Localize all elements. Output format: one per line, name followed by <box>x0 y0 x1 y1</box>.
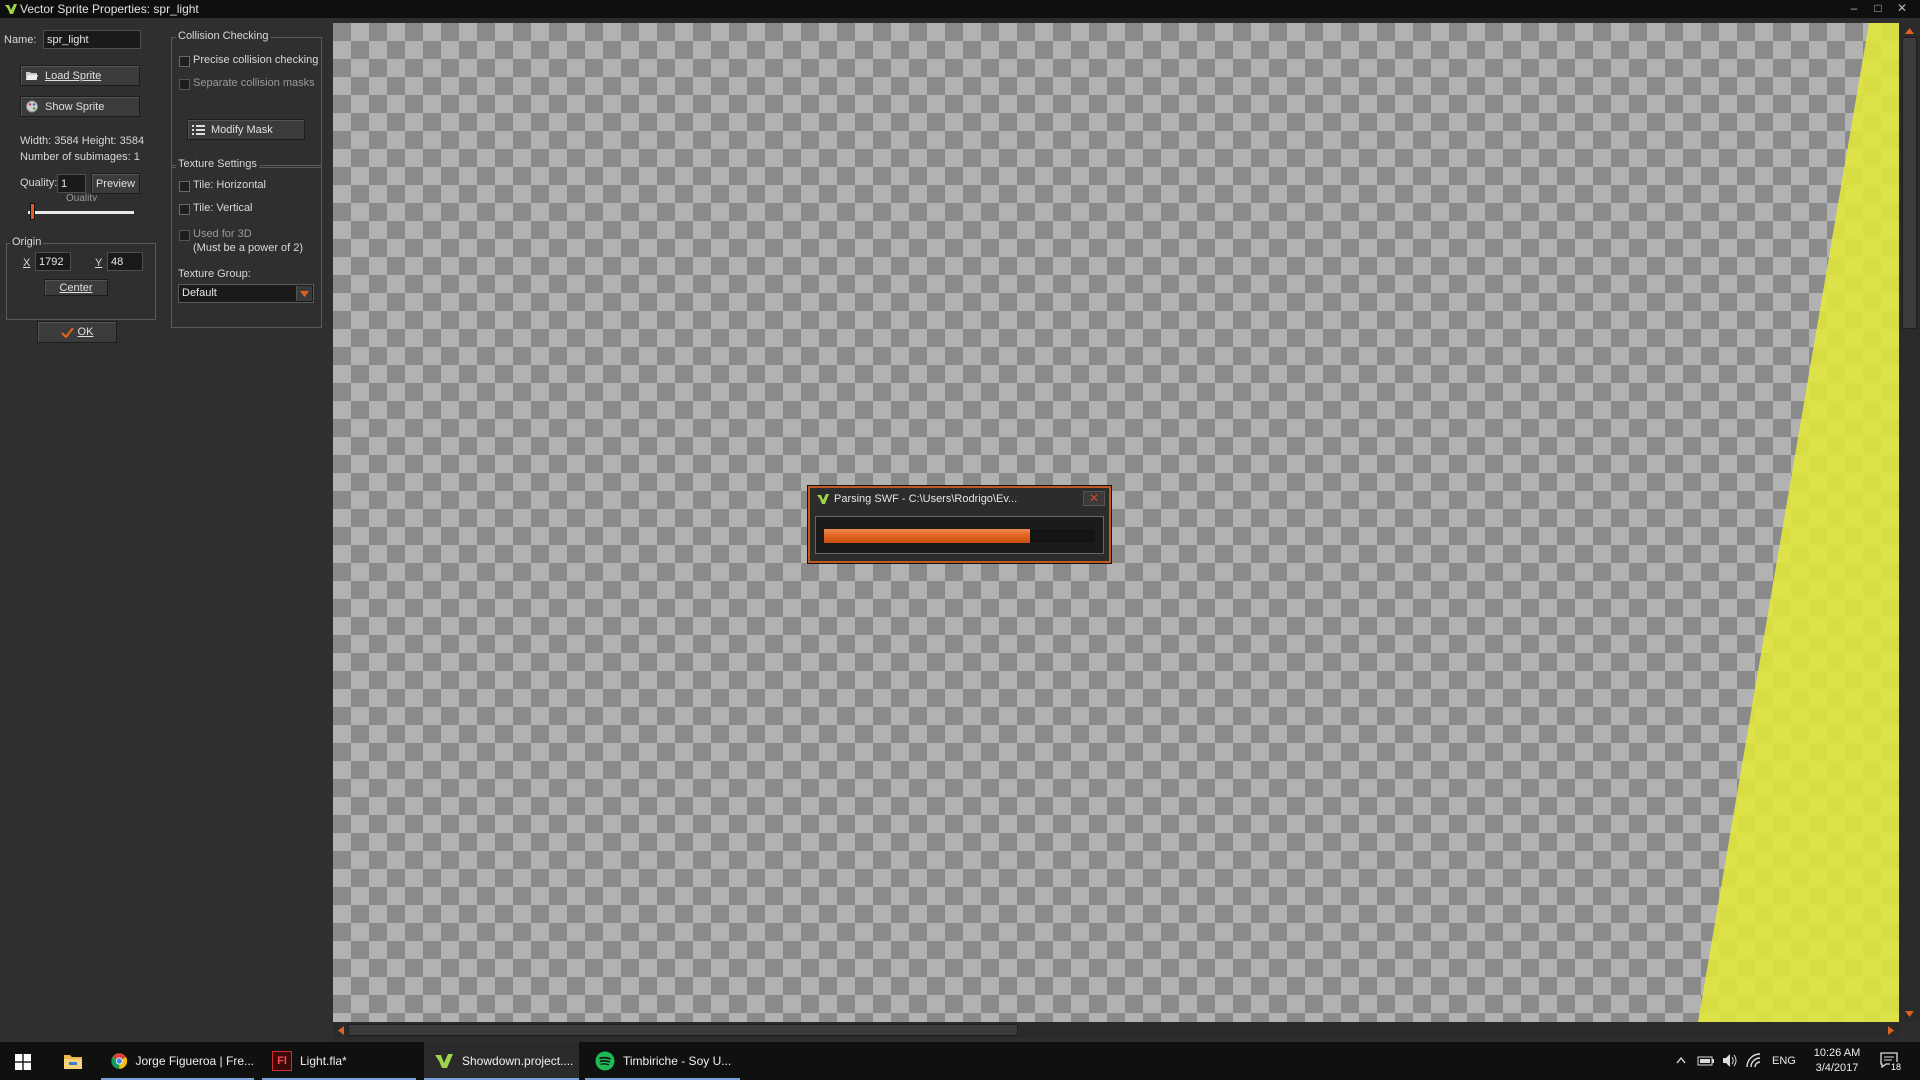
gamemaker-icon <box>817 494 829 504</box>
dialog-close-button[interactable]: ✕ <box>1083 491 1105 506</box>
scroll-down-icon[interactable] <box>1904 1010 1915 1018</box>
list-icon <box>192 124 205 135</box>
maximize-button[interactable]: □ <box>1868 0 1888 18</box>
origin-title: Origin <box>10 236 44 248</box>
show-sprite-button[interactable]: Show Sprite <box>20 96 140 117</box>
battery-icon[interactable] <box>1697 1054 1715 1067</box>
ok-button[interactable]: OK <box>37 321 117 343</box>
action-center-button[interactable]: 18 <box>1880 1052 1908 1074</box>
power-of-2-note: (Must be a power of 2) <box>193 242 304 254</box>
modify-mask-label: Modify Mask <box>211 123 273 136</box>
gamemaker-icon <box>5 4 17 14</box>
quality-slider-thumb[interactable] <box>30 203 36 220</box>
windows-start-icon[interactable] <box>15 1054 31 1070</box>
used-3d-checkbox[interactable] <box>179 230 190 241</box>
chevron-down-icon[interactable] <box>296 286 312 301</box>
tile-horizontal-label: Tile: Horizontal <box>193 179 266 191</box>
progress-track <box>824 529 1095 543</box>
minimize-button[interactable]: – <box>1844 0 1864 18</box>
close-button[interactable]: ✕ <box>1892 0 1912 18</box>
texture-group-select[interactable]: Default <box>178 284 314 303</box>
horizontal-scroll-thumb[interactable] <box>348 1024 1018 1036</box>
center-label: Center <box>59 281 93 294</box>
taskbar-item-label: Light.fla* <box>300 1054 347 1068</box>
clock[interactable]: 10:26 AM 3/4/2017 <box>1809 1045 1865 1077</box>
scroll-up-icon[interactable] <box>1904 27 1915 35</box>
horizontal-scrollbar[interactable] <box>333 1022 1899 1038</box>
preview-label: Preview <box>95 177 136 190</box>
separate-masks-checkbox[interactable] <box>179 79 190 90</box>
checkmark-icon <box>60 326 74 338</box>
taskbar-item-spotify[interactable]: Timbiriche - Soy U... <box>585 1042 740 1080</box>
show-sprite-label: Show Sprite <box>45 100 105 113</box>
collision-title: Collision Checking <box>176 30 271 42</box>
clock-date: 3/4/2017 <box>1815 1062 1859 1074</box>
name-label: Name: <box>4 34 37 46</box>
gamemaker-icon <box>435 1054 453 1068</box>
scroll-left-icon[interactable] <box>337 1026 345 1035</box>
quality-label: Quality: <box>20 177 58 189</box>
taskbar-item-flash[interactable]: Fl Light.fla* <box>262 1042 416 1080</box>
vertical-scrollbar[interactable] <box>1899 23 1920 1022</box>
load-sprite-button[interactable]: Load Sprite <box>20 65 140 86</box>
palette-icon <box>26 100 38 113</box>
chevron-up-icon[interactable] <box>1676 1057 1686 1064</box>
folder-open-icon <box>26 71 38 80</box>
title-bar: Vector Sprite Properties: spr_light – □ … <box>0 0 1920 18</box>
properties-panel: Name: Load Sprite Show Sprite Width: 358… <box>0 18 333 1042</box>
sprite-light-shape <box>1698 23 1899 1022</box>
preview-button[interactable]: Preview <box>91 173 140 194</box>
load-sprite-label: Load Sprite <box>45 69 102 82</box>
precise-checkbox[interactable] <box>179 56 190 67</box>
taskbar-item-chrome[interactable]: Jorge Figueroa | Fre... <box>101 1042 254 1080</box>
modify-mask-button[interactable]: Modify Mask <box>187 119 305 140</box>
sprite-canvas[interactable] <box>333 23 1899 1022</box>
chrome-icon <box>111 1053 128 1069</box>
subimages-text: Number of subimages: 1 <box>20 151 140 163</box>
progress-bar <box>824 529 1030 543</box>
close-icon: ✕ <box>1088 491 1100 505</box>
wifi-icon[interactable] <box>1746 1053 1762 1068</box>
flash-icon: Fl <box>272 1051 292 1071</box>
texture-group-label: Texture Group: <box>178 268 251 280</box>
progress-frame <box>815 516 1104 554</box>
name-input[interactable] <box>43 30 141 49</box>
vertical-scroll-thumb[interactable] <box>1902 37 1917 329</box>
file-explorer-icon[interactable] <box>63 1053 83 1070</box>
quality-slider-track[interactable] <box>28 211 134 214</box>
size-text: Width: 3584 Height: 3584 <box>20 135 145 147</box>
center-button[interactable]: Center <box>44 279 108 296</box>
tile-vertical-label: Tile: Vertical <box>193 202 253 214</box>
precise-label: Precise collision checking <box>193 54 319 66</box>
taskbar-item-gamemaker[interactable]: Showdown.project.... <box>424 1042 579 1080</box>
origin-x-input[interactable] <box>35 252 71 271</box>
taskbar-item-label: Showdown.project.... <box>462 1054 574 1068</box>
taskbar-item-label: Timbiriche - Soy U... <box>623 1054 732 1068</box>
quality-input[interactable] <box>57 174 86 193</box>
window-title: Vector Sprite Properties: spr_light <box>20 2 199 16</box>
tile-vertical-checkbox[interactable] <box>179 204 190 215</box>
taskbar-item-label: Jorge Figueroa | Fre... <box>135 1054 255 1068</box>
texture-title: Texture Settings <box>176 158 259 170</box>
notification-count: 18 <box>1890 1062 1903 1072</box>
tile-horizontal-checkbox[interactable] <box>179 181 190 192</box>
ok-label: OK <box>77 326 94 338</box>
used-3d-label: Used for 3D <box>193 228 252 240</box>
spotify-icon <box>595 1051 615 1071</box>
scroll-right-icon[interactable] <box>1887 1026 1895 1035</box>
volume-icon[interactable] <box>1722 1053 1738 1068</box>
taskbar: Jorge Figueroa | Fre... Fl Light.fla* Sh… <box>0 1042 1920 1080</box>
texture-group-value: Default <box>182 287 217 299</box>
clock-time: 10:26 AM <box>1813 1047 1861 1059</box>
language-indicator[interactable]: ENG <box>1772 1042 1796 1080</box>
parsing-swf-dialog: Parsing SWF - C:\Users\Rodrigo\Ev... ✕ <box>808 486 1111 563</box>
separate-masks-label: Separate collision masks <box>193 77 315 89</box>
origin-x-label: X <box>23 257 31 269</box>
origin-y-label: Y <box>95 257 103 269</box>
dialog-title: Parsing SWF - C:\Users\Rodrigo\Ev... <box>834 493 1018 505</box>
origin-y-input[interactable] <box>107 252 143 271</box>
quality-caption: Quality <box>66 193 98 201</box>
